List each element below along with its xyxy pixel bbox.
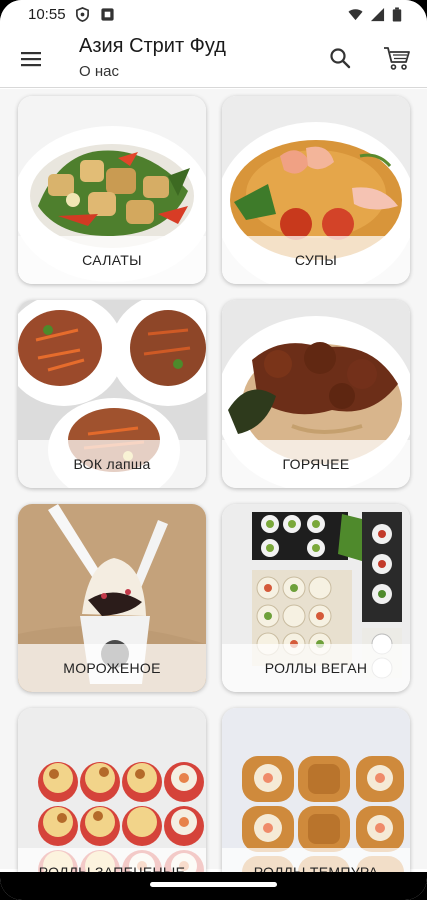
cart-button[interactable] [380, 41, 414, 75]
category-card-soups[interactable]: СУПЫ [222, 96, 410, 284]
system-navigation-bar [0, 872, 427, 900]
cart-icon [384, 47, 410, 70]
shield-icon [76, 7, 89, 22]
app-screen: 10:55 Азия Стрит Фуд О нас САЛАТЫ СУПЫ В… [0, 0, 427, 900]
category-card-vegan-rolls[interactable]: РОЛЛЫ ВЕГАН [222, 504, 410, 692]
category-label: САЛАТЫ [82, 252, 142, 268]
status-time: 10:55 [28, 6, 66, 23]
category-label-band: СУПЫ [222, 236, 410, 284]
category-card-hot-dishes[interactable]: ГОРЯЧЕЕ [222, 300, 410, 488]
app-title: Азия Стрит Фуд [79, 35, 226, 57]
category-card-tempura-rolls[interactable]: РОЛЛЫ ТЕМПУРА [222, 708, 410, 896]
signal-icon [370, 7, 385, 22]
category-card-ice-cream[interactable]: МОРОЖЕНОЕ [18, 504, 206, 692]
category-label: ГОРЯЧЕЕ [282, 456, 350, 472]
status-bar: 10:55 [0, 0, 427, 30]
category-label-band: МОРОЖЕНОЕ [18, 644, 206, 692]
category-label-band: ГОРЯЧЕЕ [222, 440, 410, 488]
menu-button[interactable] [14, 42, 48, 76]
notification-icon [101, 8, 114, 21]
search-button[interactable] [324, 42, 356, 74]
battery-icon [392, 7, 402, 22]
app-subtitle[interactable]: О нас [79, 63, 119, 80]
home-gesture-handle[interactable] [150, 882, 277, 887]
category-grid: САЛАТЫ СУПЫ ВОК лапша ГОРЯЧЕЕ МОРОЖЕНОЕ … [0, 89, 427, 896]
category-label-band: РОЛЛЫ ВЕГАН [222, 644, 410, 692]
search-icon [330, 48, 351, 69]
category-card-wok-noodles[interactable]: ВОК лапша [18, 300, 206, 488]
menu-icon [21, 52, 41, 67]
wifi-icon [348, 9, 363, 21]
category-label: СУПЫ [294, 252, 338, 268]
category-label: РОЛЛЫ ВЕГАН [264, 660, 368, 676]
category-label: МОРОЖЕНОЕ [63, 660, 161, 676]
category-label: ВОК лапша [73, 456, 151, 472]
category-card-baked-rolls[interactable]: РОЛЛЫ ЗАПЕЧЕНЫЕ [18, 708, 206, 896]
app-bar: Азия Стрит Фуд О нас [0, 30, 427, 88]
category-card-salads[interactable]: САЛАТЫ [18, 96, 206, 284]
category-label-band: ВОК лапша [18, 440, 206, 488]
category-label-band: САЛАТЫ [18, 236, 206, 284]
